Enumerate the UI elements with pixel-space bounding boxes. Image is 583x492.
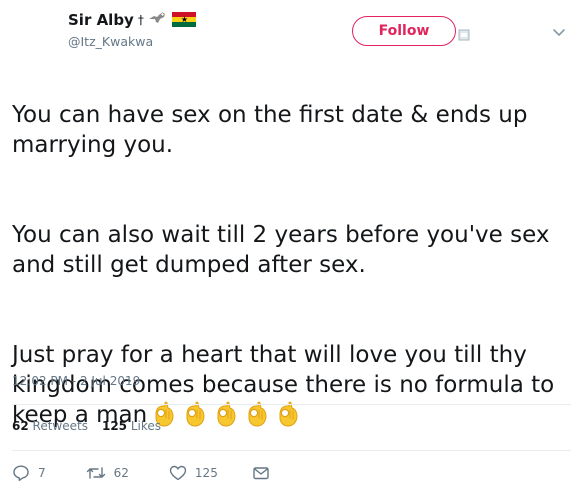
like-button[interactable]: 125 <box>169 465 218 481</box>
cross-symbol: † <box>137 12 144 27</box>
reply-button[interactable]: 7 <box>12 464 46 482</box>
tweet-paragraph-2: You can also wait till 2 years before yo… <box>12 222 550 278</box>
ghana-flag-icon: ★ <box>171 11 196 28</box>
divider <box>12 450 571 451</box>
chevron-down-icon[interactable] <box>552 24 566 38</box>
divider <box>12 404 571 405</box>
tweet-paragraph-1: You can have sex on the first date & end… <box>12 102 528 158</box>
reply-count: 7 <box>38 466 46 480</box>
timestamp[interactable]: 12:02 PM - 2 Jul 2019 <box>12 374 140 388</box>
retweet-button[interactable]: 62 <box>86 465 129 481</box>
direct-message-button[interactable] <box>252 465 270 481</box>
reply-icon <box>12 464 30 482</box>
retweet-icon <box>86 465 106 481</box>
tweet-text: You can have sex on the first date & end… <box>12 70 572 460</box>
tweet-actions: 7 62 125 <box>12 464 270 482</box>
avatar[interactable] <box>12 8 60 56</box>
like-count: 125 <box>194 466 218 480</box>
follow-button[interactable]: Follow <box>352 16 456 46</box>
heart-icon <box>169 465 187 481</box>
user-name-row[interactable]: Sir Alby † ★ <box>68 10 196 29</box>
ok-hand-emoji-row <box>147 401 302 428</box>
retweet-count: 62 <box>113 466 129 480</box>
eagle-icon <box>148 10 166 29</box>
retweets-stat[interactable]: 62 Retweets <box>12 419 88 433</box>
display-name[interactable]: Sir Alby <box>68 11 134 29</box>
likes-stat[interactable]: 125 Likes <box>102 419 161 433</box>
follow-extra-icon <box>458 26 470 41</box>
envelope-icon <box>252 465 270 481</box>
tweet-header: Sir Alby † ★ @Itz_Kwakwa Follow <box>0 0 583 60</box>
tweet-stats: 62 Retweets 125 Likes <box>12 419 161 433</box>
user-handle[interactable]: @Itz_Kwakwa <box>68 34 153 49</box>
